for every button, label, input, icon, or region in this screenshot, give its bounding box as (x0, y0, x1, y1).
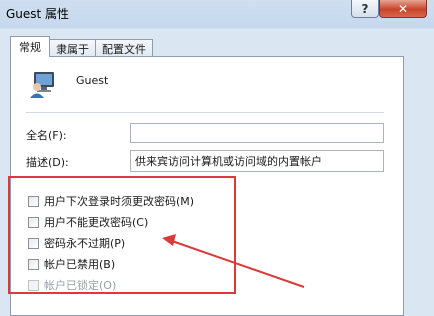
user-name: Guest (76, 74, 109, 87)
checkbox-account-locked: 帐户已锁定(O) (28, 277, 116, 293)
tab-strip: 常规 隶属于 配置文件 (10, 36, 153, 57)
description-label: 描述(D): (26, 156, 69, 169)
checkbox-icon[interactable] (28, 216, 39, 228)
properties-window: Guest 属性 ? ✕ 常规 隶属于 配置文件 Guest 全名(F): 描述… (0, 0, 434, 316)
tab-profile[interactable]: 配置文件 (95, 39, 153, 57)
checkbox-icon[interactable] (28, 195, 39, 207)
checkbox-label: 帐户已锁定(O) (44, 279, 117, 292)
tab-general[interactable]: 常规 (10, 36, 50, 57)
user-account-icon (30, 72, 54, 98)
checkbox-cannot-change-password[interactable]: 用户不能更改密码(C) (28, 214, 148, 230)
checkbox-label: 密码永不过期(P) (44, 237, 126, 250)
checkbox-label: 用户不能更改密码(C) (44, 216, 149, 229)
checkbox-icon[interactable] (28, 258, 39, 270)
divider (26, 112, 384, 113)
close-button[interactable]: ✕ (379, 0, 427, 18)
description-field[interactable]: 供来宾访问计算机或访问域的内置帐户 (130, 150, 384, 172)
window-title: Guest 属性 (6, 7, 70, 21)
checkbox-password-never-expires[interactable]: 密码永不过期(P) (28, 235, 125, 251)
fullname-label: 全名(F): (26, 129, 67, 142)
help-button[interactable]: ? (351, 0, 379, 18)
checkbox-label: 用户下次登录时须更改密码(M) (44, 195, 195, 208)
checkbox-account-disabled[interactable]: 帐户已禁用(B) (28, 256, 115, 272)
checkbox-icon[interactable] (28, 237, 39, 249)
title-bar[interactable]: Guest 属性 ? ✕ (0, 0, 434, 28)
checkbox-must-change-password[interactable]: 用户下次登录时须更改密码(M) (28, 193, 194, 209)
checkbox-label: 帐户已禁用(B) (44, 258, 116, 271)
fullname-field[interactable] (130, 123, 384, 143)
checkbox-icon (28, 279, 39, 291)
tab-member-of[interactable]: 隶属于 (49, 39, 96, 57)
